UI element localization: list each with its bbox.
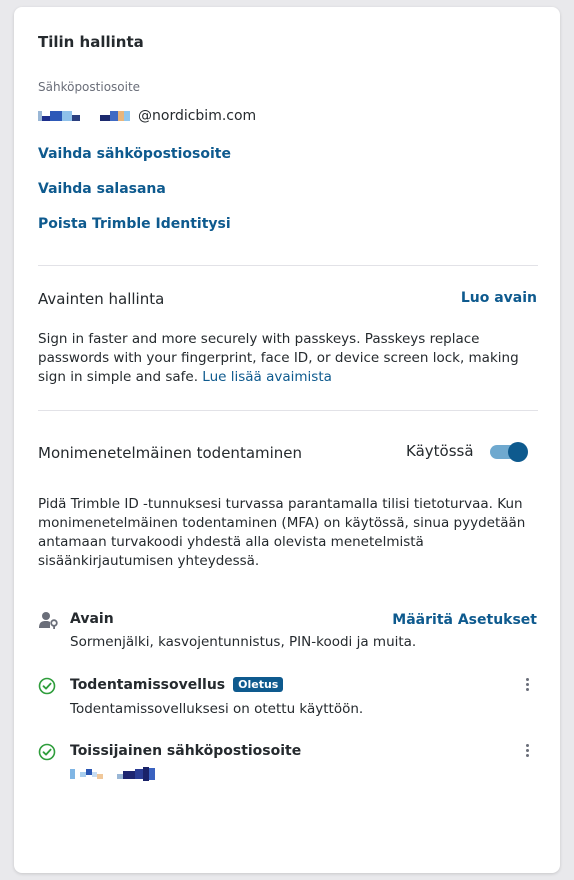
secondary-email-redacted — [70, 767, 155, 781]
passkeys-title: Avainten hallinta — [38, 290, 165, 308]
email-address: @nordicbim.com — [38, 107, 256, 125]
more-options-icon[interactable] — [522, 743, 534, 759]
divider — [38, 265, 538, 266]
create-passkey-link[interactable]: Luo avain — [461, 290, 537, 306]
method-name: Todentamissovellus Oletus — [70, 677, 284, 693]
mfa-title: Monimenetelmäinen todentaminen — [38, 444, 303, 462]
page-title: Tilin hallinta — [38, 33, 144, 51]
delete-identity-link[interactable]: Poista Trimble Identitysi — [38, 216, 231, 232]
mfa-status-label: Käytössä — [406, 442, 474, 460]
method-name: Toissijainen sähköpostiosoite — [70, 743, 302, 759]
email-local-part-redacted — [38, 111, 130, 121]
email-domain: @nordicbim.com — [138, 108, 257, 124]
toggle-knob — [508, 442, 528, 462]
more-options-icon[interactable] — [522, 677, 534, 693]
email-label: Sähköpostiosoite — [38, 80, 141, 94]
learn-more-passkeys-link[interactable]: Lue lisää avaimista — [202, 369, 332, 385]
mfa-description: Pidä Trimble ID -tunnuksesi turvassa par… — [38, 496, 526, 569]
user-key-icon — [38, 611, 60, 629]
check-circle-icon — [38, 677, 56, 695]
default-badge: Oletus — [233, 677, 284, 692]
account-card: Tilin hallinta Sähköpostiosoite @nordicb… — [14, 7, 560, 873]
method-description: Sormenjälki, kasvojentunnistus, PIN-kood… — [70, 634, 417, 650]
configure-settings-link[interactable]: Määritä Asetukset — [392, 612, 537, 628]
change-password-link[interactable]: Vaihda salasana — [38, 181, 166, 197]
change-email-link[interactable]: Vaihda sähköpostiosoite — [38, 146, 231, 162]
check-circle-icon — [38, 743, 56, 761]
method-description: Todentamissovelluksesi on otettu käyttöö… — [70, 701, 364, 717]
mfa-toggle[interactable] — [490, 442, 530, 462]
passkeys-description: Sign in faster and more securely with pa… — [38, 331, 519, 385]
method-name: Avain — [70, 611, 114, 627]
divider — [38, 410, 538, 411]
